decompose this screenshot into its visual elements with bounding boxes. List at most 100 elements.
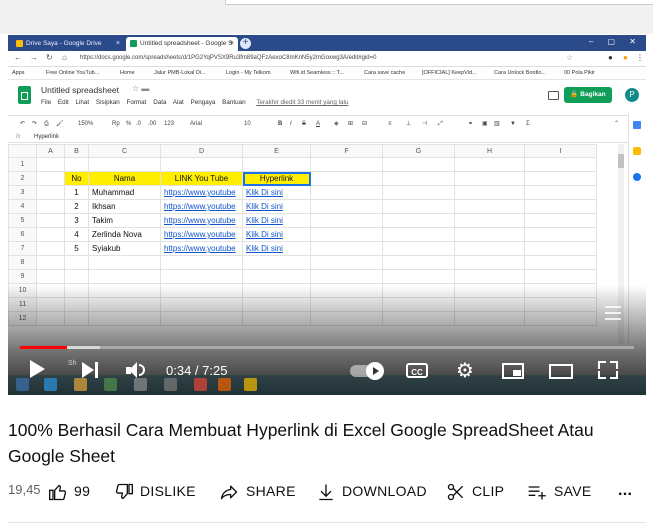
cell-no-header[interactable]: No: [64, 171, 89, 186]
settings-icon[interactable]: ⚙: [456, 361, 474, 381]
cell[interactable]: [382, 269, 455, 284]
cell[interactable]: [310, 157, 383, 172]
decimal-more-button[interactable]: .00: [148, 116, 156, 132]
cell[interactable]: [36, 241, 65, 256]
extension-icon[interactable]: ●: [623, 53, 628, 62]
undo-icon[interactable]: ↶: [20, 116, 25, 132]
bookmark-item[interactable]: Free Online YouTub...: [46, 67, 99, 79]
dislike-button[interactable]: DISLIKE: [114, 478, 196, 504]
menu-file[interactable]: File: [41, 99, 51, 106]
merge-icon[interactable]: ⊟: [362, 116, 367, 132]
row-number[interactable]: 4: [8, 199, 37, 214]
cell-hyperlink[interactable]: Klik Di sini: [242, 227, 311, 242]
cell[interactable]: [454, 227, 525, 242]
play-icon[interactable]: [30, 360, 45, 378]
formula-bar[interactable]: fx Hyperlink: [8, 132, 628, 143]
cell[interactable]: Ikhsan: [88, 199, 161, 214]
video-player[interactable]: Drive Saya - Google Drive × Untitled spr…: [8, 35, 646, 395]
borders-icon[interactable]: ⊞: [348, 116, 353, 132]
cell[interactable]: [524, 241, 597, 256]
fullscreen-icon[interactable]: [598, 361, 618, 379]
cell[interactable]: [36, 157, 65, 172]
bookmark-item[interactable]: Cara Unlock Bootlo...: [494, 67, 546, 79]
cell[interactable]: [310, 185, 383, 200]
back-icon[interactable]: ←: [14, 53, 22, 62]
link-icon[interactable]: ⚭: [468, 116, 473, 132]
cell[interactable]: [524, 171, 597, 186]
menu-help[interactable]: Bantuan: [222, 99, 245, 106]
cell[interactable]: [454, 255, 525, 270]
star-icon[interactable]: ☆: [566, 53, 573, 62]
cell[interactable]: 3: [64, 213, 89, 228]
cell[interactable]: [242, 255, 311, 270]
cell[interactable]: [524, 269, 597, 284]
cell[interactable]: [382, 185, 455, 200]
cell[interactable]: [64, 157, 89, 172]
miniplayer-icon[interactable]: [502, 363, 524, 379]
cell[interactable]: [88, 269, 161, 284]
cell[interactable]: [454, 269, 525, 284]
cell[interactable]: 2: [64, 199, 89, 214]
menu-edit[interactable]: Edit: [58, 99, 69, 106]
cell[interactable]: [454, 213, 525, 228]
italic-button[interactable]: I: [290, 116, 292, 132]
progress-played[interactable]: [20, 346, 67, 349]
bookmark-item[interactable]: 00 Pola Pikir: [564, 67, 595, 79]
save-button[interactable]: SAVE: [526, 478, 592, 504]
cell[interactable]: [160, 157, 243, 172]
like-button[interactable]: 99: [48, 478, 90, 504]
share-button[interactable]: SHARE: [218, 478, 296, 504]
cell[interactable]: [382, 213, 455, 228]
cell-link-header[interactable]: LINK You Tube: [160, 171, 243, 186]
cell[interactable]: [310, 199, 383, 214]
close-icon[interactable]: ×: [230, 37, 234, 51]
captions-button[interactable]: CC: [406, 363, 428, 378]
collapse-icon[interactable]: ⌃: [614, 116, 619, 132]
cell-hyperlink[interactable]: Klik Di sini: [242, 213, 311, 228]
cell[interactable]: [524, 255, 597, 270]
cell[interactable]: [36, 185, 65, 200]
menu-addons[interactable]: Pengaya: [191, 99, 216, 106]
theater-icon[interactable]: [549, 364, 573, 379]
row-number[interactable]: 3: [8, 185, 37, 200]
cell[interactable]: [454, 241, 525, 256]
strike-button[interactable]: S: [302, 116, 306, 132]
doc-title[interactable]: Untitled spreadsheet: [41, 85, 119, 95]
autoplay-toggle[interactable]: [350, 362, 384, 380]
cell[interactable]: [382, 199, 455, 214]
reload-icon[interactable]: ↻: [46, 53, 53, 62]
cell[interactable]: [524, 213, 597, 228]
bookmark-item[interactable]: Jalur PMB-Lokal Di...: [154, 67, 206, 79]
home-icon[interactable]: ⌂: [62, 53, 67, 62]
inner-tab-sheet[interactable]: Untitled spreadsheet - Google S ×: [126, 37, 238, 51]
share-doc-button[interactable]: 🔒 Bagikan: [564, 87, 612, 103]
column-header[interactable]: G: [382, 144, 455, 158]
chart-icon[interactable]: ▥: [494, 116, 500, 132]
more-icon[interactable]: ...: [618, 478, 632, 504]
cell[interactable]: [382, 227, 455, 242]
cell[interactable]: [382, 157, 455, 172]
cell[interactable]: [242, 269, 311, 284]
corner-cell[interactable]: [8, 144, 37, 158]
paint-format-icon[interactable]: 🖌: [56, 116, 64, 132]
tasks-icon[interactable]: [633, 173, 641, 181]
align-icon[interactable]: ≡: [388, 116, 392, 132]
bookmark-item[interactable]: [OFFICIAL] KeepVid...: [422, 67, 477, 79]
bookmark-item[interactable]: Apps: [12, 67, 25, 79]
bold-button[interactable]: B: [278, 116, 282, 132]
menu-tools[interactable]: Alat: [173, 99, 184, 106]
rotate-icon[interactable]: ⤢: [438, 116, 443, 132]
cell[interactable]: [382, 255, 455, 270]
cell-link[interactable]: https://www.youtube: [160, 241, 243, 256]
cell-hyperlink-header[interactable]: Hyperlink: [242, 171, 311, 186]
column-header[interactable]: D: [160, 144, 243, 158]
cell[interactable]: [310, 255, 383, 270]
column-header[interactable]: F: [310, 144, 383, 158]
cell[interactable]: 4: [64, 227, 89, 242]
zoom-select[interactable]: 150%: [78, 116, 93, 132]
cell[interactable]: [160, 255, 243, 270]
calendar-icon[interactable]: [633, 121, 641, 129]
sheets-logo-icon[interactable]: [18, 86, 31, 104]
channel-watermark-icon[interactable]: [602, 303, 624, 323]
row-number[interactable]: 2: [8, 171, 37, 186]
